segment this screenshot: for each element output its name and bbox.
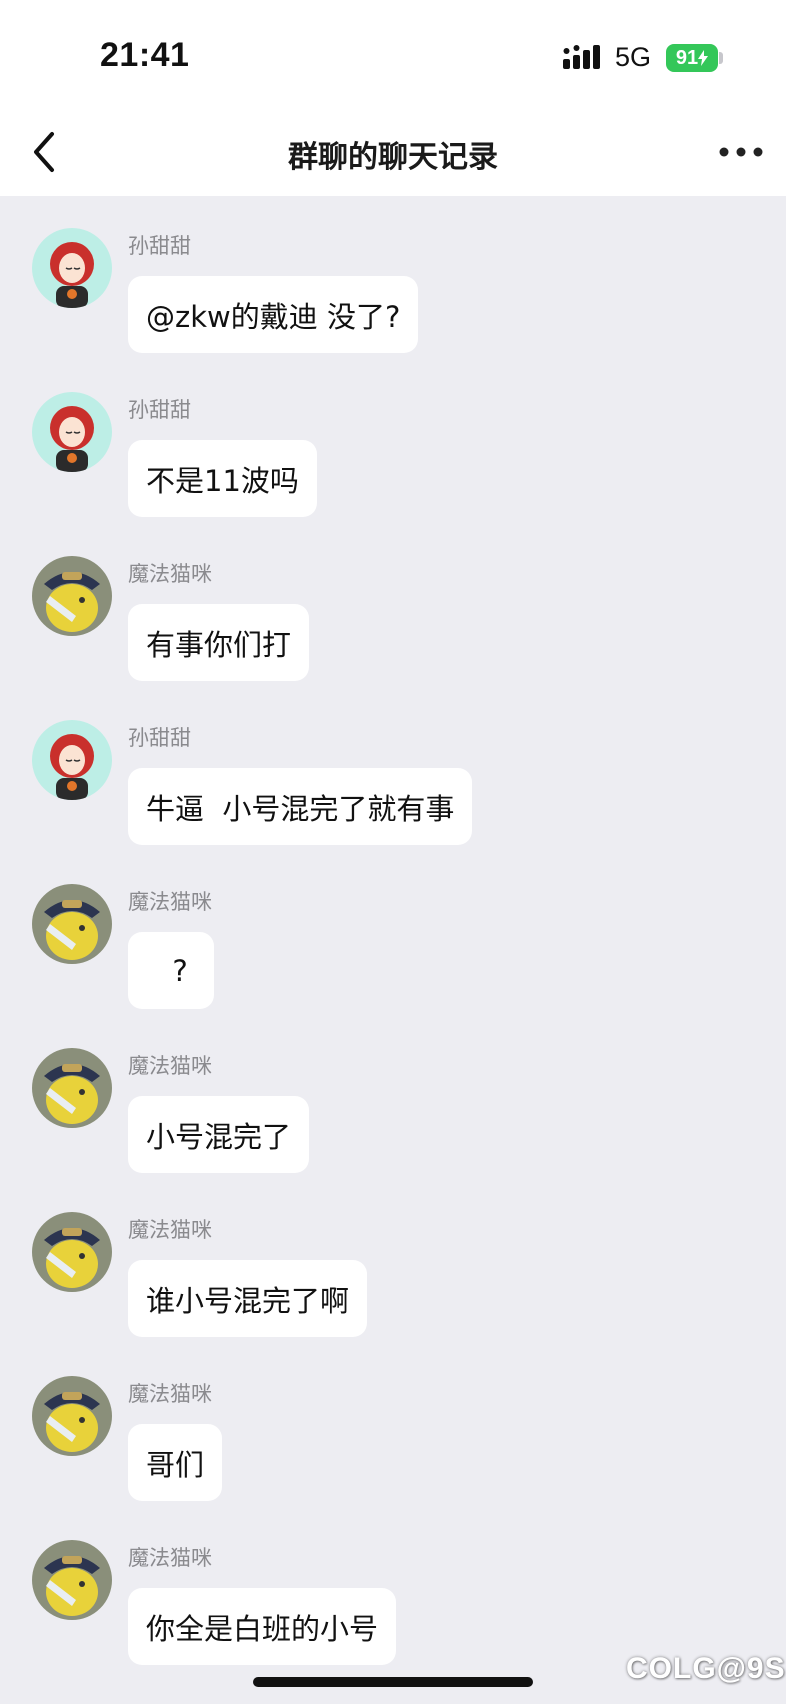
yellow-hat-character-avatar-icon <box>32 1048 112 1128</box>
home-indicator[interactable] <box>253 1677 533 1687</box>
sender-name: 孙甜甜 <box>128 234 191 258</box>
battery-charging-icon: 91 <box>666 44 718 72</box>
network-type: 5G <box>615 42 652 72</box>
more-options-button[interactable] <box>716 140 766 164</box>
yellow-hat-character-avatar-icon <box>32 1212 112 1292</box>
message-bubble[interactable]: 你全是白班的小号 <box>128 1588 397 1665</box>
yellow-hat-character-avatar-icon <box>32 1376 112 1456</box>
message-bubble[interactable]: 牛逼 小号混完了就有事 <box>128 768 473 845</box>
battery-tip <box>719 52 723 64</box>
yellow-hat-character-avatar-icon <box>32 1540 112 1620</box>
nav-bar: 群聊的聊天记录 <box>0 108 786 196</box>
cellular-signal-icon <box>563 45 600 69</box>
message-item: 孙甜甜 牛逼 小号混完了就有事 <box>0 688 786 852</box>
message-item: 孙甜甜 @zkw的戴迪 没了? <box>0 196 786 360</box>
message-bubble[interactable]: 哥们 <box>128 1424 223 1501</box>
status-bar: 21:41 5G 91 <box>0 0 786 108</box>
sender-name: 孙甜甜 <box>128 398 191 422</box>
message-item: 魔法猫咪 有事你们打 <box>0 524 786 688</box>
page-title: 群聊的聊天记录 <box>288 140 498 175</box>
message-item: 魔法猫咪 ? <box>0 852 786 1016</box>
sender-name: 魔法猫咪 <box>128 1054 212 1078</box>
status-time: 21:41 <box>100 36 190 74</box>
avatar[interactable] <box>32 1376 112 1456</box>
yellow-hat-character-avatar-icon <box>32 556 112 636</box>
avatar[interactable] <box>32 392 112 472</box>
avatar[interactable] <box>32 556 112 636</box>
sender-name: 魔法猫咪 <box>128 1546 212 1570</box>
sender-name: 孙甜甜 <box>128 726 191 750</box>
sender-name: 魔法猫咪 <box>128 1218 212 1242</box>
charging-bolt-icon <box>698 50 709 66</box>
avatar[interactable] <box>32 228 112 308</box>
message-item: 魔法猫咪 你全是白班的小号 <box>0 1508 786 1672</box>
message-item: 魔法猫咪 小号混完了 <box>0 1016 786 1180</box>
avatar[interactable] <box>32 1540 112 1620</box>
avatar[interactable] <box>32 720 112 800</box>
message-bubble[interactable]: 不是11波吗 <box>128 440 317 517</box>
chat-history-screen: 21:41 5G 91 群聊的聊天记录 孙甜甜 @zkw的戴迪 没了? 孙甜甜 … <box>0 0 786 1704</box>
avatar[interactable] <box>32 1048 112 1128</box>
avatar[interactable] <box>32 1212 112 1292</box>
yellow-hat-character-avatar-icon <box>32 884 112 964</box>
watermark: COLG@9S <box>626 1652 786 1685</box>
message-item: 魔法猫咪 哥们 <box>0 1344 786 1508</box>
avatar[interactable] <box>32 884 112 964</box>
message-bubble[interactable]: ? <box>128 932 214 1009</box>
sender-name: 魔法猫咪 <box>128 562 212 586</box>
message-bubble[interactable]: 谁小号混完了啊 <box>128 1260 368 1337</box>
sender-name: 魔法猫咪 <box>128 890 212 914</box>
message-bubble[interactable]: 小号混完了 <box>128 1096 310 1173</box>
message-item: 魔法猫咪 谁小号混完了啊 <box>0 1180 786 1344</box>
red-hair-girl-avatar-icon <box>32 392 112 472</box>
battery-level: 91 <box>675 46 699 69</box>
red-hair-girl-avatar-icon <box>32 228 112 308</box>
red-hair-girl-avatar-icon <box>32 720 112 800</box>
message-bubble[interactable]: 有事你们打 <box>128 604 310 681</box>
sender-name: 魔法猫咪 <box>128 1382 212 1406</box>
message-item: 孙甜甜 不是11波吗 <box>0 360 786 524</box>
message-bubble[interactable]: @zkw的戴迪 没了? <box>128 276 419 353</box>
